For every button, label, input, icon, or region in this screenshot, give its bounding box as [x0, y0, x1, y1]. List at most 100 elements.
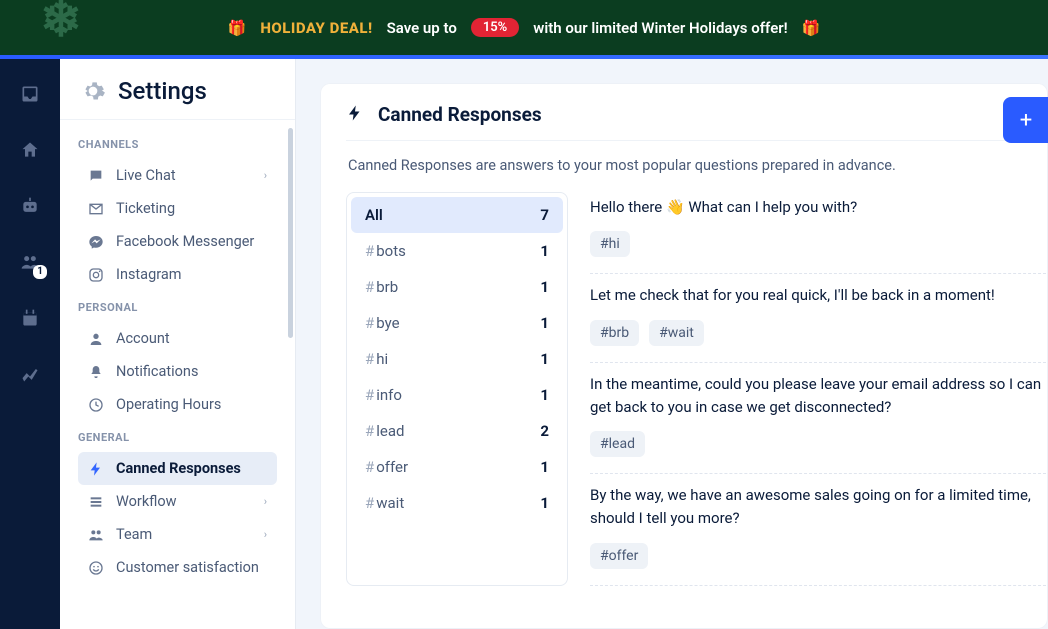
tag-chip[interactable]: #wait: [649, 320, 704, 346]
main-area: Canned Responses + Canned Responses are …: [296, 59, 1048, 629]
sidebar-scroll[interactable]: CHANNELS Live Chat › Ticketing Facebook Mess…: [60, 119, 295, 584]
tag-count: 1: [540, 386, 549, 404]
tag-count: 1: [540, 494, 549, 512]
sidebar-item-ticketing[interactable]: Ticketing: [78, 192, 277, 225]
sidebar-section-heading: GENERAL: [78, 431, 277, 444]
chat-icon: [88, 168, 104, 184]
gear-icon: [80, 78, 106, 104]
banner-discount-pill: 15%: [471, 18, 519, 37]
tag-count: 7: [540, 206, 549, 224]
tag-label: #lead: [365, 422, 404, 440]
response-chips: #offer: [590, 543, 1046, 569]
tag-label: #offer: [365, 458, 408, 476]
sidebar-section-heading: CHANNELS: [78, 138, 277, 151]
clock-icon: [88, 397, 104, 413]
card-description: Canned Responses are answers to your mos…: [346, 141, 1048, 192]
bolt-icon: [346, 104, 364, 126]
inbox-icon[interactable]: [19, 83, 41, 105]
response-item[interactable]: In the meantime, could you please leave …: [590, 363, 1046, 475]
tag-label: #brb: [365, 278, 398, 296]
contacts-icon[interactable]: 1: [19, 251, 41, 273]
bell-icon: [88, 364, 104, 380]
analytics-icon[interactable]: [19, 363, 41, 385]
add-response-button[interactable]: +: [1003, 97, 1048, 143]
calendar-icon[interactable]: [19, 307, 41, 329]
sidebar-item-team[interactable]: Team›: [78, 518, 277, 551]
gift-icon: 🎁: [228, 19, 247, 37]
tag-chip[interactable]: #brb: [590, 320, 639, 346]
sidebar-item-label: Workflow: [116, 493, 177, 510]
sidebar-item-live-chat[interactable]: Live Chat ›: [78, 159, 277, 192]
responses-list: Hello there 👋 What can I help you with? #…: [590, 192, 1048, 586]
tag-filter-offer[interactable]: #offer1: [351, 449, 563, 485]
home-icon[interactable]: [19, 139, 41, 161]
tag-filter-lead[interactable]: #lead2: [351, 413, 563, 449]
holiday-banner[interactable]: ❄ 🎁 HOLIDAY DEAL! Save up to 15% with ou…: [0, 0, 1048, 55]
response-chips: #brb #wait: [590, 320, 1046, 346]
sidebar-section-heading: PERSONAL: [78, 301, 277, 314]
tag-filter-info[interactable]: #info 1: [351, 377, 563, 413]
nav-rail: 1: [0, 59, 60, 629]
tag-label: #info: [365, 386, 402, 404]
snowflake-icon: ❄: [40, 0, 82, 49]
response-item[interactable]: By the way, we have an awesome sales goi…: [590, 474, 1046, 586]
tag-filter-list: All7#bots1#brb1#bye1#hi1#info1#lead2#off…: [346, 192, 568, 586]
team-icon: [88, 527, 104, 543]
sidebar-item-workflow[interactable]: Workflow ›: [78, 485, 277, 518]
gift-icon: 🎁: [802, 19, 821, 37]
user-icon: [88, 331, 104, 347]
tag-chip[interactable]: #hi: [590, 231, 630, 257]
tag-filter-brb[interactable]: #brb 1: [351, 269, 563, 305]
response-chips: #hi: [590, 231, 1046, 257]
tag-chip[interactable]: #lead: [590, 431, 645, 457]
tag-chip[interactable]: #offer: [590, 543, 648, 569]
response-text: In the meantime, could you please leave …: [590, 373, 1046, 420]
tag-filter-wait[interactable]: #wait1: [351, 485, 563, 521]
sidebar-item-label: Live Chat: [116, 167, 176, 184]
bolt-icon: [88, 461, 104, 477]
sidebar-item-instagram[interactable]: Instagram: [78, 258, 277, 291]
tag-label: #bye: [365, 314, 400, 332]
chevron-right-icon: ›: [264, 169, 267, 182]
response-item[interactable]: Let me check that for you real quick, I'…: [590, 274, 1046, 362]
tag-filter-bots[interactable]: #bots 1: [351, 233, 563, 269]
settings-sidebar: Settings CHANNELS Live Chat › Ticketing Face…: [60, 59, 296, 629]
card-title: Canned Responses: [378, 103, 542, 126]
tag-count: 1: [540, 350, 549, 368]
response-item[interactable]: Hello there 👋 What can I help you with? #…: [590, 192, 1046, 274]
tag-filter-all[interactable]: All 7: [351, 197, 563, 233]
contacts-badge: 1: [33, 265, 47, 279]
sidebar-item-label: Account: [116, 330, 170, 347]
sidebar-item-customer-satisfaction[interactable]: Customer satisfaction: [78, 551, 277, 584]
instagram-icon: [88, 267, 104, 283]
canned-responses-card: Canned Responses + Canned Responses are …: [320, 83, 1048, 629]
list-icon: [88, 494, 104, 510]
sidebar-item-label: Instagram: [116, 266, 181, 283]
sidebar-item-canned-responses[interactable]: Canned Responses: [78, 452, 277, 485]
tag-label: All: [365, 206, 383, 224]
banner-deal-text: HOLIDAY DEAL!: [260, 19, 372, 37]
messenger-icon: [88, 234, 104, 250]
response-text: Let me check that for you real quick, I'…: [590, 284, 1046, 307]
tag-filter-bye[interactable]: #bye 1: [351, 305, 563, 341]
tag-count: 1: [540, 242, 549, 260]
sidebar-item-notifications[interactable]: Notifications: [78, 355, 277, 388]
response-text: Hello there 👋 What can I help you with?: [590, 196, 1046, 219]
tag-count: 1: [540, 278, 549, 296]
tag-count: 1: [540, 314, 549, 332]
banner-pre-text: Save up to: [387, 19, 457, 37]
tag-filter-hi[interactable]: #hi 1: [351, 341, 563, 377]
chevron-right-icon: ›: [264, 528, 267, 541]
bot-icon[interactable]: [19, 195, 41, 217]
tag-label: #hi: [365, 350, 388, 368]
sidebar-item-operating-hours[interactable]: Operating Hours: [78, 388, 277, 421]
chevron-right-icon: ›: [264, 495, 267, 508]
sidebar-item-account[interactable]: Account: [78, 322, 277, 355]
scrollbar-thumb[interactable]: [288, 128, 293, 338]
sidebar-item-label: Ticketing: [116, 200, 175, 217]
sidebar-item-label: Facebook Messenger: [116, 233, 254, 250]
sidebar-item-facebook-messenger[interactable]: Facebook Messenger: [78, 225, 277, 258]
page-title: Settings: [118, 77, 207, 105]
tag-label: #bots: [365, 242, 406, 260]
sidebar-item-label: Notifications: [116, 363, 198, 380]
